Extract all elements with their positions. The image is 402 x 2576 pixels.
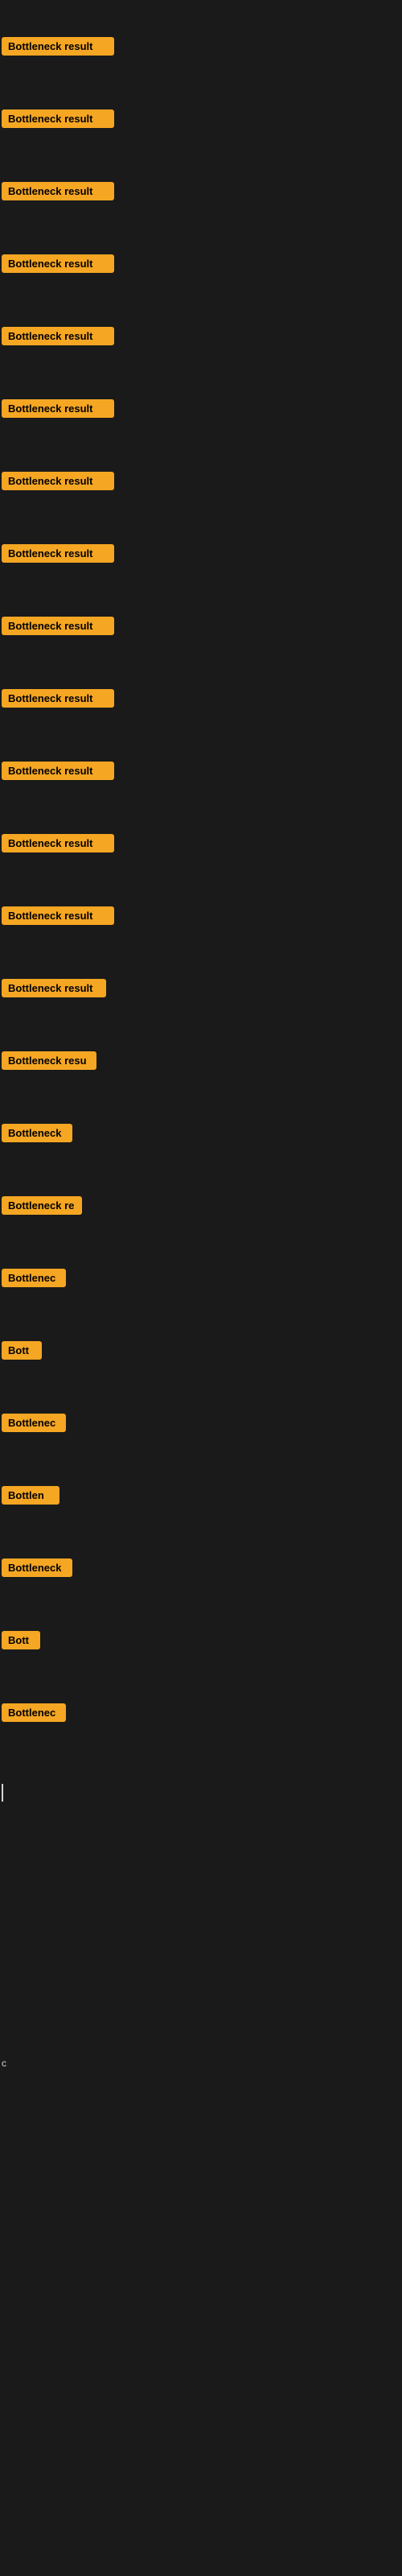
bottleneck-bar-row-16: Bottleneck: [2, 1124, 72, 1146]
bottleneck-result-label: Bottleneck result: [2, 327, 114, 345]
bottleneck-result-label: Bottleneck result: [2, 762, 114, 780]
bottleneck-bar-row-12: Bottleneck result: [2, 834, 114, 857]
bottleneck-bar-row-17: Bottleneck re: [2, 1196, 82, 1219]
bottleneck-bar-row-4: Bottleneck result: [2, 254, 114, 277]
bottleneck-result-label: Bottleneck result: [2, 544, 114, 563]
bottleneck-result-label: Bottleneck re: [2, 1196, 82, 1215]
small-label-1: c: [2, 2058, 6, 2069]
bottleneck-result-label: Bott: [2, 1631, 40, 1649]
bottleneck-result-label: Bottleneck: [2, 1558, 72, 1577]
bottleneck-result-label: Bottleneck result: [2, 617, 114, 635]
bottleneck-result-label: Bottleneck result: [2, 834, 114, 852]
bottleneck-bar-row-2: Bottleneck result: [2, 109, 114, 132]
bottleneck-bar-row-8: Bottleneck result: [2, 544, 114, 567]
bottleneck-bar-row-22: Bottleneck: [2, 1558, 72, 1581]
bottleneck-result-label: Bottleneck result: [2, 182, 114, 200]
bottleneck-result-label: Bottleneck result: [2, 37, 114, 56]
bottleneck-result-label: Bottleneck result: [2, 472, 114, 490]
bottleneck-bar-row-11: Bottleneck result: [2, 762, 114, 784]
page-title: [0, 0, 402, 13]
bottleneck-result-label: Bottleneck result: [2, 906, 114, 925]
bottleneck-bar-row-1: Bottleneck result: [2, 37, 114, 60]
bottleneck-result-label: Bottleneck result: [2, 254, 114, 273]
bottleneck-bar-row-14: Bottleneck result: [2, 979, 106, 1001]
bottleneck-result-label: Bottlenec: [2, 1414, 66, 1432]
bottleneck-result-label: Bottleneck result: [2, 109, 114, 128]
bottleneck-result-label: Bottleneck result: [2, 399, 114, 418]
bottleneck-bar-row-24: Bottlenec: [2, 1703, 66, 1726]
bottleneck-result-label: Bottlen: [2, 1486, 59, 1505]
bottleneck-bar-row-3: Bottleneck result: [2, 182, 114, 204]
bottleneck-bar-row-19: Bott: [2, 1341, 42, 1364]
bottleneck-result-label: Bottleneck: [2, 1124, 72, 1142]
bottleneck-bar-row-18: Bottlenec: [2, 1269, 66, 1291]
bottleneck-bar-row-7: Bottleneck result: [2, 472, 114, 494]
bottleneck-bar-row-21: Bottlen: [2, 1486, 59, 1509]
bottleneck-bar-row-9: Bottleneck result: [2, 617, 114, 639]
bottleneck-bar-row-15: Bottleneck resu: [2, 1051, 96, 1074]
bottleneck-bar-row-13: Bottleneck result: [2, 906, 114, 929]
bottleneck-result-label: Bottleneck result: [2, 689, 114, 708]
bottleneck-result-label: Bottleneck resu: [2, 1051, 96, 1070]
cursor-indicator: [2, 1784, 3, 1802]
bottleneck-result-label: Bott: [2, 1341, 42, 1360]
bottleneck-bar-row-10: Bottleneck result: [2, 689, 114, 712]
bottleneck-bar-row-6: Bottleneck result: [2, 399, 114, 422]
bottleneck-result-label: Bottleneck result: [2, 979, 106, 997]
bottleneck-result-label: Bottlenec: [2, 1269, 66, 1287]
bottleneck-result-label: Bottlenec: [2, 1703, 66, 1722]
bottleneck-bar-row-23: Bott: [2, 1631, 40, 1653]
bottleneck-bar-row-5: Bottleneck result: [2, 327, 114, 349]
bottleneck-bar-row-20: Bottlenec: [2, 1414, 66, 1436]
